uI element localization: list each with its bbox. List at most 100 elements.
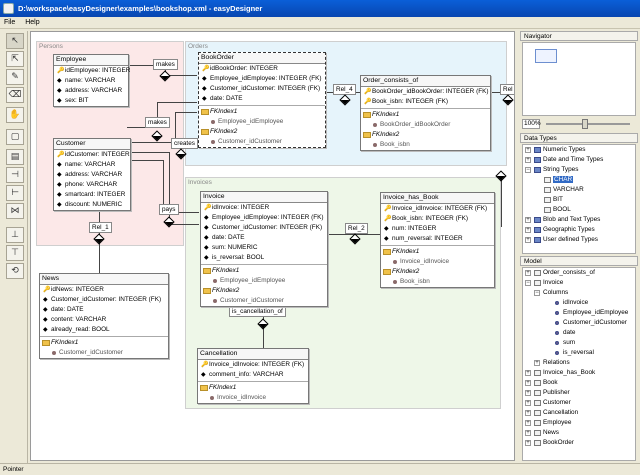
column-row[interactable]: ◆ date: DATE — [201, 233, 327, 243]
diagram-canvas[interactable]: Persons Orders Invoices makes makes crea… — [30, 31, 515, 461]
tree-item[interactable]: + Order_consists_of — [523, 268, 635, 278]
fk-index-row[interactable]: FKIndex1 — [40, 338, 168, 348]
column-row[interactable]: 🔑 Book_isbn: INTEGER (FK) — [381, 214, 494, 224]
fk-index-row[interactable]: FKIndex2 — [201, 286, 327, 296]
table-customer[interactable]: Customer 🔑 idCustomer: INTEGER ◆ name: VAR… — [53, 138, 131, 211]
collapse-icon[interactable]: − — [534, 290, 540, 296]
model-tree[interactable]: + Order_consists_of − Invoice − Columns idI… — [522, 267, 636, 461]
fk-column-row[interactable]: Customer_idCustomer — [40, 348, 168, 358]
table-bookorder[interactable]: BookOrder 🔑 idBookOrder: INTEGER ◆ Employe… — [198, 52, 326, 148]
column-row[interactable]: ◆ num: INTEGER — [381, 224, 494, 234]
column-row[interactable]: ◆ num_reversal: INTEGER — [381, 234, 494, 244]
column-row[interactable]: ◆ Employee_idEmployee: INTEGER (FK) — [201, 213, 327, 223]
fk-column-row[interactable]: Invoice_idInvoice — [381, 257, 494, 267]
navigator-viewport[interactable] — [535, 49, 557, 63]
fk-column-row[interactable]: Invoice_idInvoice — [198, 393, 308, 403]
fk-column-row[interactable]: Customer_idCustomer — [199, 137, 325, 147]
tree-item[interactable]: is_reversal — [523, 348, 635, 358]
tree-item[interactable]: + News — [523, 428, 635, 438]
expand-icon[interactable]: + — [525, 227, 531, 233]
tree-item[interactable]: + BookOrder — [523, 438, 635, 448]
relation-label[interactable]: pays — [159, 204, 179, 215]
collapse-icon[interactable]: − — [525, 280, 531, 286]
new-area-tool-icon[interactable]: ▢ — [6, 129, 24, 145]
expand-icon[interactable]: + — [525, 380, 531, 386]
fk-index-row[interactable]: FKIndex2 — [361, 130, 490, 140]
fk-column-row[interactable]: BookOrder_idBookOrder — [361, 120, 490, 130]
relation-weak-tool-icon[interactable]: ⊤ — [6, 245, 24, 261]
table-cancellation[interactable]: Cancellation 🔑 Invoice_idInvoice: INTEGER… — [197, 348, 309, 404]
menu-help[interactable]: Help — [21, 17, 43, 29]
column-row[interactable]: 🔑 idCustomer: INTEGER — [54, 150, 130, 160]
model-tab[interactable]: Model — [520, 256, 638, 266]
column-row[interactable]: ◆ already_read: BOOL — [40, 325, 168, 335]
fk-index-row[interactable]: FKIndex1 — [199, 107, 325, 117]
expand-icon[interactable]: + — [525, 270, 531, 276]
tree-item[interactable]: + Blob and Text Types — [523, 215, 635, 225]
pointer-tool-icon[interactable]: ↖ — [6, 33, 24, 49]
tree-item[interactable]: + Numeric Types — [523, 145, 635, 155]
tree-item[interactable]: + Employee — [523, 418, 635, 428]
tree-item[interactable]: − Invoice — [523, 278, 635, 288]
relation-11-tool-icon[interactable]: ⊢ — [6, 185, 24, 201]
table-invoice-has-book[interactable]: Invoice_has_Book 🔑 Invoice_idInvoice: INT… — [380, 192, 495, 288]
pencil-tool-icon[interactable]: ✎ — [6, 69, 24, 85]
tree-item[interactable]: + Customer — [523, 398, 635, 408]
column-row[interactable]: ◆ name: VARCHAR — [54, 76, 128, 86]
fk-index-row[interactable]: FKIndex2 — [381, 267, 494, 277]
tree-item[interactable]: Customer_idCustomer — [523, 318, 635, 328]
column-row[interactable]: 🔑 Book_isbn: INTEGER (FK) — [361, 97, 490, 107]
expand-icon[interactable]: + — [525, 430, 531, 436]
datatypes-tree[interactable]: + Numeric Types + Date and Time Types − Str… — [522, 144, 636, 254]
relation-label[interactable]: Rel_1 — [89, 222, 112, 233]
column-row[interactable]: 🔑 Invoice_idInvoice: INTEGER (FK) — [198, 360, 308, 370]
column-row[interactable]: ◆ name: VARCHAR — [54, 160, 130, 170]
tree-item[interactable]: Employee_idEmployee — [523, 308, 635, 318]
fk-index-row[interactable]: FKIndex1 — [201, 266, 327, 276]
hand-tool-icon[interactable]: ✋ — [6, 107, 24, 123]
fk-index-row[interactable]: FKIndex1 — [361, 110, 490, 120]
column-row[interactable]: ◆ sum: NUMERIC — [201, 243, 327, 253]
fk-index-row[interactable]: FKIndex1 — [198, 383, 308, 393]
collapse-icon[interactable]: − — [525, 167, 531, 173]
tree-item[interactable]: + Geographic Types — [523, 225, 635, 235]
navigator-tab[interactable]: Navigator — [520, 31, 638, 41]
expand-icon[interactable]: + — [525, 237, 531, 243]
tree-item[interactable]: date — [523, 328, 635, 338]
tree-item[interactable]: + Relations — [523, 358, 635, 368]
expand-icon[interactable]: + — [534, 360, 540, 366]
expand-icon[interactable]: + — [525, 217, 531, 223]
tree-item[interactable]: sum — [523, 338, 635, 348]
fk-index-row[interactable]: FKIndex1 — [381, 247, 494, 257]
relation-label[interactable]: creates — [171, 138, 198, 149]
expand-icon[interactable]: + — [525, 157, 531, 163]
column-row[interactable]: ◆ is_reversal: BOOL — [201, 253, 327, 263]
column-row[interactable]: 🔑 idEmployee: INTEGER — [54, 66, 130, 76]
eraser-tool-icon[interactable]: ⌫ — [6, 87, 24, 103]
navigator-preview[interactable] — [522, 42, 636, 116]
fk-column-row[interactable]: Employee_idEmployee — [199, 117, 325, 127]
fk-index-row[interactable]: FKIndex2 — [199, 127, 325, 137]
expand-icon[interactable]: + — [525, 420, 531, 426]
tree-item[interactable]: + User defined Types — [523, 235, 635, 245]
tree-item[interactable]: idInvoice — [523, 298, 635, 308]
tree-item[interactable]: CHAR — [523, 175, 635, 185]
column-row[interactable]: ◆ address: VARCHAR — [54, 86, 128, 96]
tree-item[interactable]: − String Types — [523, 165, 635, 175]
column-row[interactable]: 🔑 Invoice_idInvoice: INTEGER (FK) — [381, 204, 494, 214]
table-news[interactable]: News 🔑 idNews: INTEGER ◆ Customer_idCustom… — [39, 273, 169, 359]
column-row[interactable]: 🔑 BookOrder_idBookOrder: INTEGER (FK) — [361, 87, 490, 97]
column-row[interactable]: 🔑 idInvoice: INTEGER — [201, 203, 327, 213]
expand-icon[interactable]: + — [525, 147, 531, 153]
new-table-tool-icon[interactable]: ▤ — [6, 149, 24, 165]
expand-icon[interactable]: + — [525, 400, 531, 406]
table-order-consists-of[interactable]: Order_consists_of 🔑 BookOrder_idBookOrder… — [360, 75, 491, 151]
fk-column-row[interactable]: Customer_idCustomer — [201, 296, 327, 306]
column-row[interactable]: ◆ Customer_idCustomer: INTEGER (FK) — [201, 223, 327, 233]
expand-icon[interactable]: + — [525, 410, 531, 416]
tree-item[interactable]: + Book — [523, 378, 635, 388]
fk-column-row[interactable]: Book_isbn — [381, 277, 494, 287]
relation-label[interactable]: is_cancellation_of — [229, 306, 286, 317]
tree-item[interactable]: BIT — [523, 195, 635, 205]
column-row[interactable]: ◆ discount: NUMERIC — [54, 200, 130, 210]
